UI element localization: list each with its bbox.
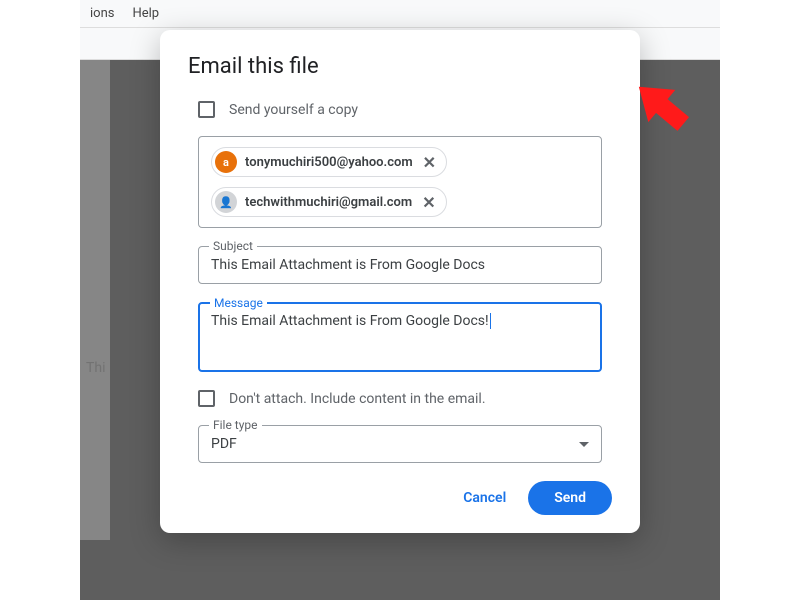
email-file-dialog: Email this file Send yourself a copy a t… (160, 30, 640, 533)
dont-attach-label: Don't attach. Include content in the ema… (229, 391, 486, 407)
dont-attach-checkbox[interactable] (198, 390, 215, 407)
recipient-chip[interactable]: 👤 techwithmuchiri@gmail.com ✕ (211, 187, 447, 217)
cancel-button[interactable]: Cancel (449, 482, 520, 514)
avatar: 👤 (215, 191, 237, 213)
chevron-down-icon (579, 442, 589, 447)
recipient-chip[interactable]: a tonymuchiri500@yahoo.com ✕ (211, 147, 447, 177)
remove-chip-icon[interactable]: ✕ (421, 153, 438, 172)
doc-visible-text: Thi (86, 360, 105, 376)
send-yourself-copy-checkbox[interactable] (198, 101, 215, 118)
menubar: ions Help (80, 0, 720, 28)
menu-item[interactable]: ions (90, 6, 114, 21)
filetype-legend: File type (209, 418, 262, 432)
send-yourself-copy-label: Send yourself a copy (229, 102, 358, 118)
menu-item[interactable]: Help (132, 6, 159, 21)
recipients-field[interactable]: a tonymuchiri500@yahoo.com ✕ 👤 techwithm… (198, 136, 602, 228)
subject-field[interactable]: Subject This Email Attachment is From Go… (198, 246, 602, 284)
recipient-email: tonymuchiri500@yahoo.com (245, 155, 413, 170)
message-input[interactable]: This Email Attachment is From Google Doc… (211, 313, 589, 329)
subject-legend: Subject (209, 239, 257, 253)
subject-input[interactable]: This Email Attachment is From Google Doc… (211, 257, 589, 273)
filetype-field[interactable]: File type PDF (198, 425, 602, 463)
send-button[interactable]: Send (528, 481, 612, 515)
message-field[interactable]: Message This Email Attachment is From Go… (198, 302, 602, 372)
message-legend: Message (210, 296, 267, 310)
recipient-email: techwithmuchiri@gmail.com (245, 195, 412, 210)
avatar: a (215, 151, 237, 173)
remove-chip-icon[interactable]: ✕ (420, 193, 437, 212)
dialog-title: Email this file (188, 54, 612, 79)
filetype-value: PDF (211, 436, 237, 452)
